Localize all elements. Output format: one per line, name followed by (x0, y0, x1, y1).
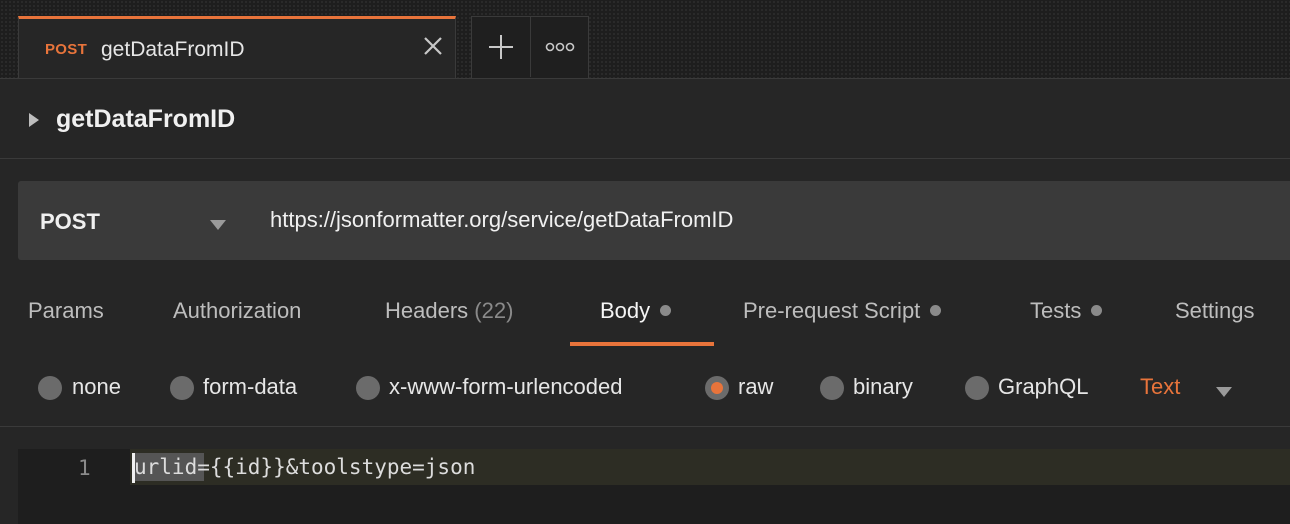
url-input[interactable]: https://jsonformatter.org/service/getDat… (270, 207, 733, 233)
line-number: 1 (78, 456, 91, 480)
headers-count: (22) (474, 298, 514, 323)
radio-graphql[interactable] (965, 376, 989, 400)
request-tab[interactable]: POST getDataFromID (18, 16, 456, 78)
tab-tests[interactable]: Tests (1030, 298, 1103, 324)
tab-bar: POST getDataFromID (0, 0, 1290, 79)
tests-indicator-dot (1091, 304, 1103, 316)
body-indicator-dot (660, 304, 672, 316)
option-none-label[interactable]: none (72, 374, 121, 400)
radio-none[interactable] (38, 376, 62, 400)
tab-name-label: getDataFromID (101, 38, 245, 61)
option-graphql-label[interactable]: GraphQL (998, 374, 1089, 400)
request-tabs: Params Authorization Headers (22) Body P… (0, 290, 1290, 346)
raw-format-select[interactable]: Text (1140, 374, 1180, 400)
method-select[interactable]: POST (40, 209, 100, 235)
tab-tests-label: Tests (1030, 298, 1082, 323)
text-cursor (132, 453, 135, 483)
tab-settings-label: Settings (1175, 298, 1255, 323)
tab-pre-request-script-label: Pre-request Script (743, 298, 921, 323)
tab-headers[interactable]: Headers (22) (385, 298, 513, 324)
tab-authorization-label: Authorization (173, 298, 302, 323)
tab-actions (471, 16, 589, 78)
tab-method-label: POST (45, 41, 88, 58)
divider (0, 426, 1290, 427)
chevron-down-icon[interactable] (210, 217, 226, 235)
option-form-data-label[interactable]: form-data (203, 374, 297, 400)
tab-authorization[interactable]: Authorization (173, 298, 301, 324)
tab-pre-request-script[interactable]: Pre-request Script (743, 298, 942, 324)
more-icon[interactable] (531, 17, 589, 77)
tab-settings[interactable]: Settings (1175, 298, 1255, 324)
tab-params[interactable]: Params (28, 298, 104, 324)
radio-raw[interactable] (705, 376, 729, 400)
tab-body[interactable]: Body (600, 298, 672, 324)
body-editor[interactable]: 1 urlid={{id}}&toolstype=json (18, 449, 1290, 524)
plus-icon[interactable] (472, 17, 531, 77)
pre-request-indicator-dot (930, 304, 942, 316)
tab-headers-label: Headers (385, 298, 469, 323)
radio-form-data[interactable] (170, 376, 194, 400)
radio-binary[interactable] (820, 376, 844, 400)
code-line[interactable]: urlid={{id}}&toolstype=json (134, 455, 475, 479)
active-tab-underline (570, 342, 714, 346)
option-urlencoded-label[interactable]: x-www-form-urlencoded (389, 374, 623, 400)
body-type-options: none form-data x-www-form-urlencoded raw… (0, 360, 1290, 420)
option-raw-label[interactable]: raw (738, 374, 773, 400)
tab-params-label: Params (28, 298, 104, 323)
chevron-down-icon[interactable] (1216, 384, 1232, 402)
request-title-bar: getDataFromID (0, 79, 1290, 159)
caret-right-icon[interactable] (28, 113, 40, 132)
tab-body-label: Body (600, 298, 651, 323)
close-icon[interactable] (421, 34, 445, 58)
url-bar: POST https://jsonformatter.org/service/g… (18, 181, 1290, 260)
radio-x-www-form-urlencoded[interactable] (356, 376, 380, 400)
option-binary-label[interactable]: binary (853, 374, 913, 400)
line-gutter: 1 (18, 449, 128, 524)
request-title[interactable]: getDataFromID (56, 105, 235, 134)
